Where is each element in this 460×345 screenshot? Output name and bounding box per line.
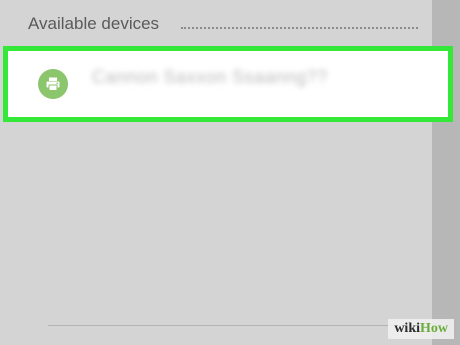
watermark-suffix: How [420,321,448,336]
section-title: Available devices [28,14,160,33]
dotted-divider [181,27,418,29]
available-devices-header: Available devices [28,12,418,36]
device-name: Cannon Saxxon Ssaanng?? [92,66,328,87]
screen: Available devices Cannon Saxxon Ssaanng?… [0,0,460,345]
device-list-item[interactable]: Cannon Saxxon Ssaanng?? [3,46,453,122]
wikihow-watermark: wikiHow [388,319,454,339]
watermark-prefix: wiki [394,321,420,336]
printer-icon [38,69,68,99]
bottom-divider [48,325,432,326]
